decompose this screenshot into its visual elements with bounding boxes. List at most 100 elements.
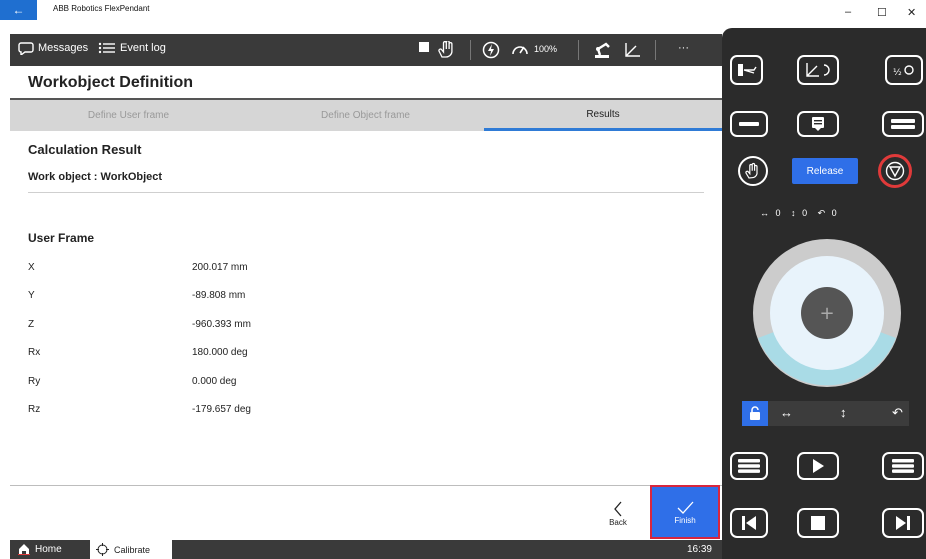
chevron-left-icon xyxy=(614,501,622,516)
messages-button[interactable]: Messages xyxy=(18,41,88,55)
row-y-label: Y xyxy=(28,290,35,301)
enable-hand-button[interactable] xyxy=(738,156,768,186)
play-icon xyxy=(813,459,824,473)
more-menu-button[interactable]: ··· xyxy=(678,42,689,54)
speed-indicator[interactable]: 100% xyxy=(510,41,557,57)
footer-divider xyxy=(10,485,722,486)
row-y-value: -89.808 mm xyxy=(192,290,246,301)
home-label: Home xyxy=(35,543,62,555)
vertical-arrow-icon: ↕ xyxy=(791,208,796,218)
finish-button[interactable]: Finish xyxy=(650,485,720,539)
release-button[interactable]: Release xyxy=(792,158,858,184)
row-rz-value: -179.657 deg xyxy=(192,404,251,415)
skip-forward-icon xyxy=(896,516,910,530)
note-icon xyxy=(812,117,824,131)
calibrate-tab[interactable]: Calibrate xyxy=(90,540,172,559)
rotate-arrow-icon: ↶ xyxy=(817,208,826,218)
minimize-button[interactable]: – xyxy=(845,6,851,18)
menu-button-right[interactable] xyxy=(882,452,924,480)
home-icon xyxy=(18,544,30,555)
horizontal-arrow-icon: ↔ xyxy=(760,208,769,218)
divider xyxy=(28,192,704,193)
function-button-2[interactable] xyxy=(797,111,839,137)
tool-icon xyxy=(737,64,757,76)
three-bar-icon xyxy=(738,459,760,473)
plus-icon: + xyxy=(819,303,834,324)
user-frame-title: User Frame xyxy=(28,231,95,245)
messages-label: Messages xyxy=(38,42,89,54)
tab-define-object-frame[interactable]: Define Object frame xyxy=(247,100,484,131)
list-icon xyxy=(98,42,115,54)
axis-1-value: 0 xyxy=(775,208,781,218)
check-icon xyxy=(677,501,694,514)
app-main: Messages Event log 100% ··· Workobject D… xyxy=(10,34,722,559)
row-z-label: Z xyxy=(28,319,35,330)
eventlog-label: Event log xyxy=(120,42,166,54)
row-rx-label: Rx xyxy=(28,347,41,358)
hand-icon[interactable] xyxy=(436,41,458,59)
function-button-1[interactable] xyxy=(730,111,768,137)
double-bar-icon xyxy=(891,119,915,129)
step-back-button[interactable] xyxy=(730,508,768,538)
stop-square-icon xyxy=(811,516,825,530)
chat-bubble-icon xyxy=(18,42,34,55)
work-object-value: WorkObject xyxy=(100,171,163,183)
jog-dial[interactable]: + xyxy=(752,238,902,388)
maximize-button[interactable]: ☐ xyxy=(877,6,887,19)
speedometer-icon xyxy=(512,46,528,55)
row-z-value: -960.393 mm xyxy=(192,319,251,330)
frame-rotate-icon xyxy=(806,63,830,77)
window-back-button[interactable]: ← xyxy=(0,0,37,20)
play-button[interactable] xyxy=(797,452,839,480)
vertical-mode-button[interactable]: ↕ xyxy=(840,405,847,420)
axis-3-value: 0 xyxy=(831,208,837,218)
work-object-label: Work object : xyxy=(28,171,98,183)
unlock-icon xyxy=(750,406,760,420)
calibrate-label: Calibrate xyxy=(114,544,151,555)
axis-2-value: 0 xyxy=(802,208,808,218)
three-bar-icon xyxy=(892,459,914,473)
row-ry-label: Ry xyxy=(28,376,41,387)
stop-button[interactable] xyxy=(797,508,839,538)
page-title: Workobject Definition xyxy=(28,74,194,91)
increment-icon: ½ xyxy=(893,65,914,78)
close-button[interactable]: ✕ xyxy=(907,6,916,19)
step-forward-button[interactable] xyxy=(882,508,924,538)
jog-mode-selector: ↔ ↕ ↶ xyxy=(742,401,909,426)
row-x-value: 200.017 mm xyxy=(192,262,248,273)
home-button[interactable]: Home xyxy=(18,543,62,555)
section-title: Calculation Result xyxy=(28,142,142,157)
back-button[interactable]: Back xyxy=(598,490,638,536)
jog-panel: ½ Release ↔ 0 ↕ 0 ↶ 0 + ↔ ↕ ↶ xyxy=(722,28,926,559)
step-tabs: Define User frame Define Object frame Re… xyxy=(10,100,722,131)
work-object-line: Work object : WorkObject xyxy=(28,171,162,183)
motor-power-icon[interactable] xyxy=(482,41,500,59)
stop-state-icon[interactable] xyxy=(418,41,430,53)
horizontal-mode-button[interactable]: ↔ xyxy=(780,405,793,420)
clock: 16:39 xyxy=(686,544,712,555)
increment-button[interactable]: ½ xyxy=(885,55,923,85)
skip-back-icon xyxy=(742,516,756,530)
program-menu-button[interactable] xyxy=(730,452,768,480)
coordinate-system-button[interactable] xyxy=(797,55,839,85)
function-button-3[interactable] xyxy=(882,111,924,137)
tab-results[interactable]: Results xyxy=(484,100,722,131)
tab-define-user-frame[interactable]: Define User frame xyxy=(10,100,247,131)
crosshair-icon xyxy=(96,543,109,556)
jog-tool-button[interactable] xyxy=(730,55,763,85)
back-label: Back xyxy=(609,517,627,527)
window-title: ABB Robotics FlexPendant xyxy=(53,4,150,13)
eventlog-button[interactable]: Event log xyxy=(98,41,166,55)
row-x-label: X xyxy=(28,262,35,273)
row-ry-value: 0.000 deg xyxy=(192,376,237,387)
coordinate-frame-icon[interactable] xyxy=(622,41,642,59)
rotate-mode-button[interactable]: ↶ xyxy=(892,405,903,421)
axis-readout: ↔ 0 ↕ 0 ↶ 0 xyxy=(760,208,900,219)
lock-mode-button[interactable] xyxy=(742,401,768,426)
robot-icon[interactable] xyxy=(592,41,614,59)
row-rz-label: Rz xyxy=(28,404,41,415)
hand-icon xyxy=(745,162,758,179)
emergency-stop-button[interactable] xyxy=(878,154,912,188)
top-toolbar: Messages Event log 100% ··· xyxy=(10,34,722,66)
svg-text:½: ½ xyxy=(893,68,902,78)
